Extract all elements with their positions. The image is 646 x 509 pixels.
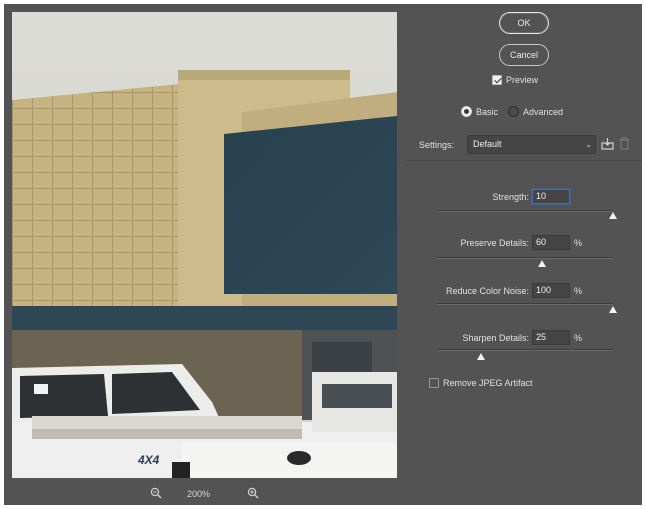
reduce-noise-dialog: 4X4 200% OK Cancel Preview Basic Advanced… [4,4,642,505]
delete-preset-icon[interactable] [619,137,630,150]
strength-input[interactable]: 10 [532,189,570,204]
chevron-down-icon: ⌄ [585,140,592,149]
sharpen-details-label: Sharpen Details: [462,333,529,343]
remove-jpeg-artifact-label: Remove JPEG Artifact [443,377,533,388]
reduce-color-noise-slider-track[interactable] [437,303,613,305]
remove-jpeg-artifact-box[interactable] [429,377,439,388]
preview-checkbox-label: Preview [506,74,539,85]
svg-text:4X4: 4X4 [137,453,160,467]
zoom-level: 200% [187,489,211,499]
zoom-in-icon[interactable] [247,487,259,499]
strength-label: Strength: [492,192,529,202]
settings-label: Settings: [419,140,455,150]
reduce-color-noise-slider-thumb[interactable] [608,306,617,313]
radio-basic-dot[interactable] [461,106,472,118]
remove-jpeg-artifact-checkbox[interactable]: Remove JPEG Artifact [429,377,533,391]
preview-checkbox-box[interactable] [492,74,502,85]
preserve-details-label: Preserve Details: [460,238,529,248]
divider [406,160,642,161]
preview-image[interactable]: 4X4 [12,12,397,478]
radio-advanced-label: Advanced [523,106,564,117]
zoom-out-icon[interactable] [150,487,162,499]
preserve-details-slider-track[interactable] [437,257,613,259]
radio-advanced-dot[interactable] [508,106,520,118]
mode-radio-group: Basic Advanced [461,106,573,120]
ok-button[interactable]: OK [499,12,549,34]
settings-dropdown[interactable]: Default ⌄ [467,135,596,154]
preserve-details-input[interactable]: 60 [532,235,570,250]
sharpen-details-unit: % [574,333,583,343]
sharpen-details-input[interactable]: 25 [532,330,570,345]
preserve-details-unit: % [574,238,583,248]
reduce-color-noise-unit: % [574,286,583,296]
preserve-details-slider-thumb[interactable] [538,260,547,267]
radio-basic[interactable]: Basic [461,106,499,118]
sharpen-details-slider-track[interactable] [437,349,613,351]
strength-slider-thumb[interactable] [608,212,617,219]
settings-dropdown-value: Default [473,139,502,149]
preview-photo: 4X4 [12,12,397,478]
preview-checkbox[interactable]: Preview [492,74,538,88]
zoom-bar: 200% [4,482,404,504]
reduce-color-noise-input[interactable]: 100 [532,283,570,298]
reduce-color-noise-label: Reduce Color Noise: [445,286,529,296]
radio-advanced[interactable]: Advanced [508,106,564,118]
radio-basic-label: Basic [476,106,499,117]
strength-slider-track[interactable] [437,210,613,212]
cancel-button[interactable]: Cancel [499,44,549,66]
sharpen-details-slider-thumb[interactable] [476,353,485,360]
save-preset-icon[interactable] [601,137,614,150]
